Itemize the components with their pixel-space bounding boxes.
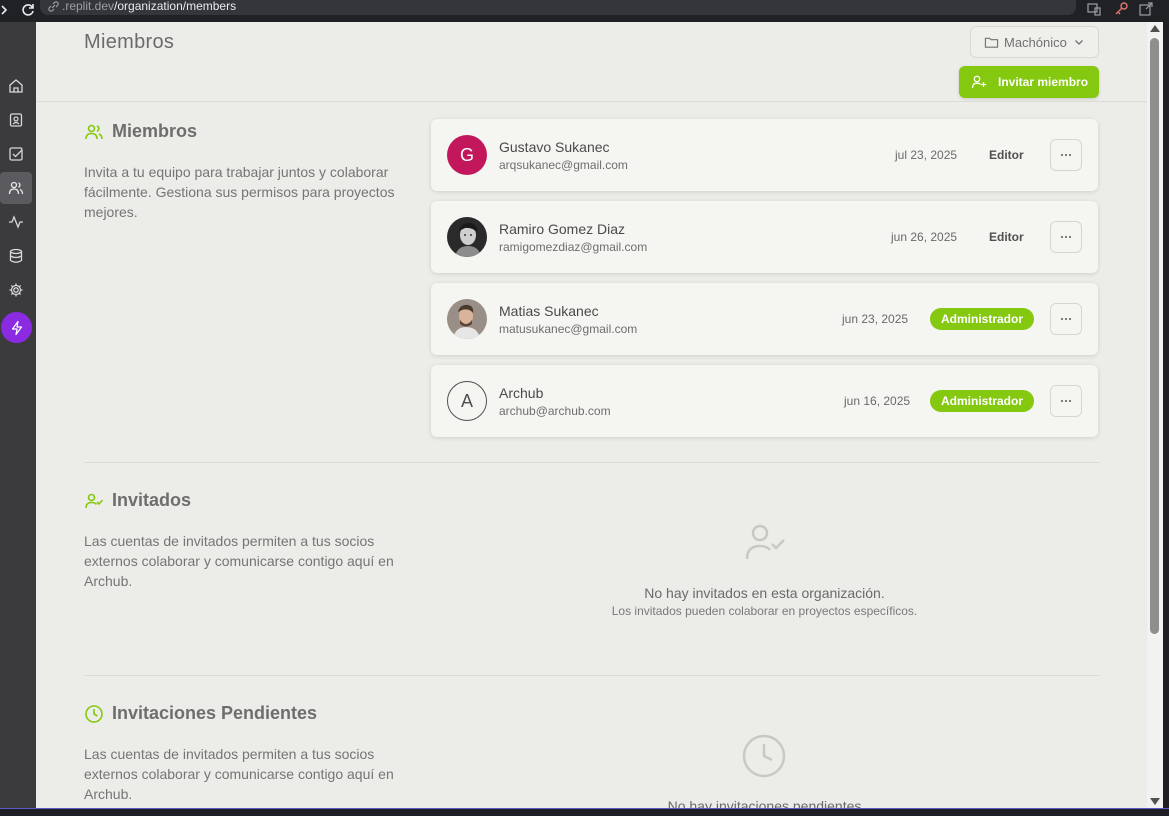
project-select[interactable]: Machónico (970, 26, 1099, 58)
window-bottom-edge (0, 808, 1169, 816)
browser-toolbar: .replit.dev/organization/members (0, 0, 1169, 22)
section-divider (84, 462, 1100, 463)
member-card: G Gustavo Sukanec arqsukanec@gmail.com j… (431, 119, 1098, 191)
scroll-up-icon[interactable] (1150, 25, 1160, 32)
bolt-icon (11, 320, 22, 335)
member-date: jun 23, 2025 (842, 312, 909, 326)
member-email: ramigomezdiaz@gmail.com (499, 240, 648, 254)
member-card: Ramiro Gomez Diaz ramigomezdiaz@gmail.co… (431, 201, 1098, 273)
member-date: jun 26, 2025 (891, 230, 958, 244)
more-options-button[interactable] (1050, 139, 1082, 171)
sidebar-item-settings[interactable] (0, 274, 32, 306)
pending-heading: Invitaciones Pendientes (84, 703, 317, 724)
more-horizontal-icon (1060, 399, 1072, 403)
role-label: Editor (989, 230, 1024, 244)
member-card: Matias Sukanec matusukanec@gmail.com jun… (431, 283, 1098, 355)
more-horizontal-icon (1060, 317, 1072, 321)
user-photo-icon (447, 299, 487, 339)
avatar (447, 217, 487, 257)
key-icon[interactable] (1113, 1, 1129, 17)
guests-description: Las cuentas de invitados permiten a tus … (84, 533, 394, 589)
members-heading-text: Miembros (112, 121, 198, 141)
more-options-button[interactable] (1050, 385, 1082, 417)
member-email: archub@archub.com (499, 404, 611, 418)
sidebar-item-home[interactable] (0, 70, 32, 102)
user-check-icon (745, 524, 785, 560)
invite-member-label: Invitar miembro (998, 75, 1089, 89)
activity-icon (9, 215, 23, 229)
sidebar-item-members[interactable] (0, 172, 32, 204)
checkbox-icon (9, 147, 23, 161)
role-badge: Administrador (930, 390, 1034, 412)
home-icon (9, 79, 23, 93)
contact-card-icon (9, 113, 23, 127)
folder-icon (984, 37, 999, 48)
app-sidebar (0, 22, 36, 808)
role-badge: Administrador (930, 308, 1034, 330)
more-options-button[interactable] (1050, 221, 1082, 253)
sidebar-item-upgrade[interactable] (1, 312, 32, 343)
header-divider (36, 101, 1147, 102)
member-date: jul 23, 2025 (895, 148, 958, 162)
clock-icon (85, 704, 103, 723)
pending-description: Las cuentas de invitados permiten a tus … (84, 746, 394, 802)
guests-empty-subtitle: Los invitados pueden colaborar en proyec… (611, 604, 918, 618)
member-name: Ramiro Gomez Diaz (499, 221, 626, 237)
database-icon (9, 248, 23, 263)
guests-heading-text: Invitados (112, 490, 192, 510)
scroll-down-icon[interactable] (1150, 798, 1160, 805)
gear-icon (9, 283, 23, 297)
link-icon (48, 1, 59, 12)
window-edge (1163, 22, 1169, 808)
avatar: A (447, 381, 487, 421)
device-icon[interactable] (1086, 1, 1102, 17)
pending-empty-title: No hay invitaciones pendientes (667, 798, 862, 808)
main-content: Miembros Machónico Invitar miembro Miemb… (36, 22, 1147, 808)
user-photo-icon (447, 217, 487, 257)
sidebar-item-tasks[interactable] (0, 138, 32, 170)
member-card: A Archub archub@archub.com jun 16, 2025 … (431, 365, 1098, 437)
member-name: Matias Sukanec (499, 303, 599, 319)
more-horizontal-icon (1060, 153, 1072, 157)
user-plus-icon (971, 75, 986, 89)
invite-member-button[interactable]: Invitar miembro (959, 66, 1099, 98)
page-title: Miembros (84, 31, 175, 53)
project-select-label: Machónico (1004, 34, 1067, 50)
role-label: Editor (989, 148, 1024, 162)
sidebar-item-database[interactable] (0, 240, 32, 272)
member-date: jun 16, 2025 (844, 394, 911, 408)
member-name: Archub (499, 385, 544, 401)
sidebar-item-activity[interactable] (0, 206, 32, 238)
user-check-icon (85, 493, 104, 508)
more-horizontal-icon (1060, 235, 1072, 239)
reload-icon[interactable] (20, 2, 36, 18)
members-description: Invita a tu equipo para trabajar juntos … (84, 164, 395, 220)
member-email: arqsukanec@gmail.com (499, 158, 628, 172)
section-divider (84, 675, 1100, 676)
scrollbar-thumb[interactable] (1150, 38, 1159, 634)
member-email: matusukanec@gmail.com (499, 322, 638, 336)
forward-icon[interactable] (0, 3, 10, 17)
vertical-scrollbar[interactable] (1147, 22, 1163, 808)
sidebar-item-contacts[interactable] (0, 104, 32, 136)
avatar (447, 299, 487, 339)
url-text: .replit.dev/organization/members (62, 0, 237, 13)
member-name: Gustavo Sukanec (499, 139, 610, 155)
external-link-icon[interactable] (1138, 1, 1154, 17)
members-heading: Miembros (84, 121, 197, 142)
address-bar[interactable]: .replit.dev/organization/members (40, 0, 1076, 15)
avatar: G (447, 135, 487, 175)
clock-icon (742, 734, 786, 778)
more-options-button[interactable] (1050, 303, 1082, 335)
users-icon (85, 124, 103, 139)
guests-empty-title: No hay invitados en esta organización. (644, 585, 885, 601)
pending-heading-text: Invitaciones Pendientes (112, 703, 318, 723)
users-icon (8, 181, 24, 195)
chevron-down-icon (1074, 40, 1083, 45)
guests-heading: Invitados (84, 490, 191, 511)
